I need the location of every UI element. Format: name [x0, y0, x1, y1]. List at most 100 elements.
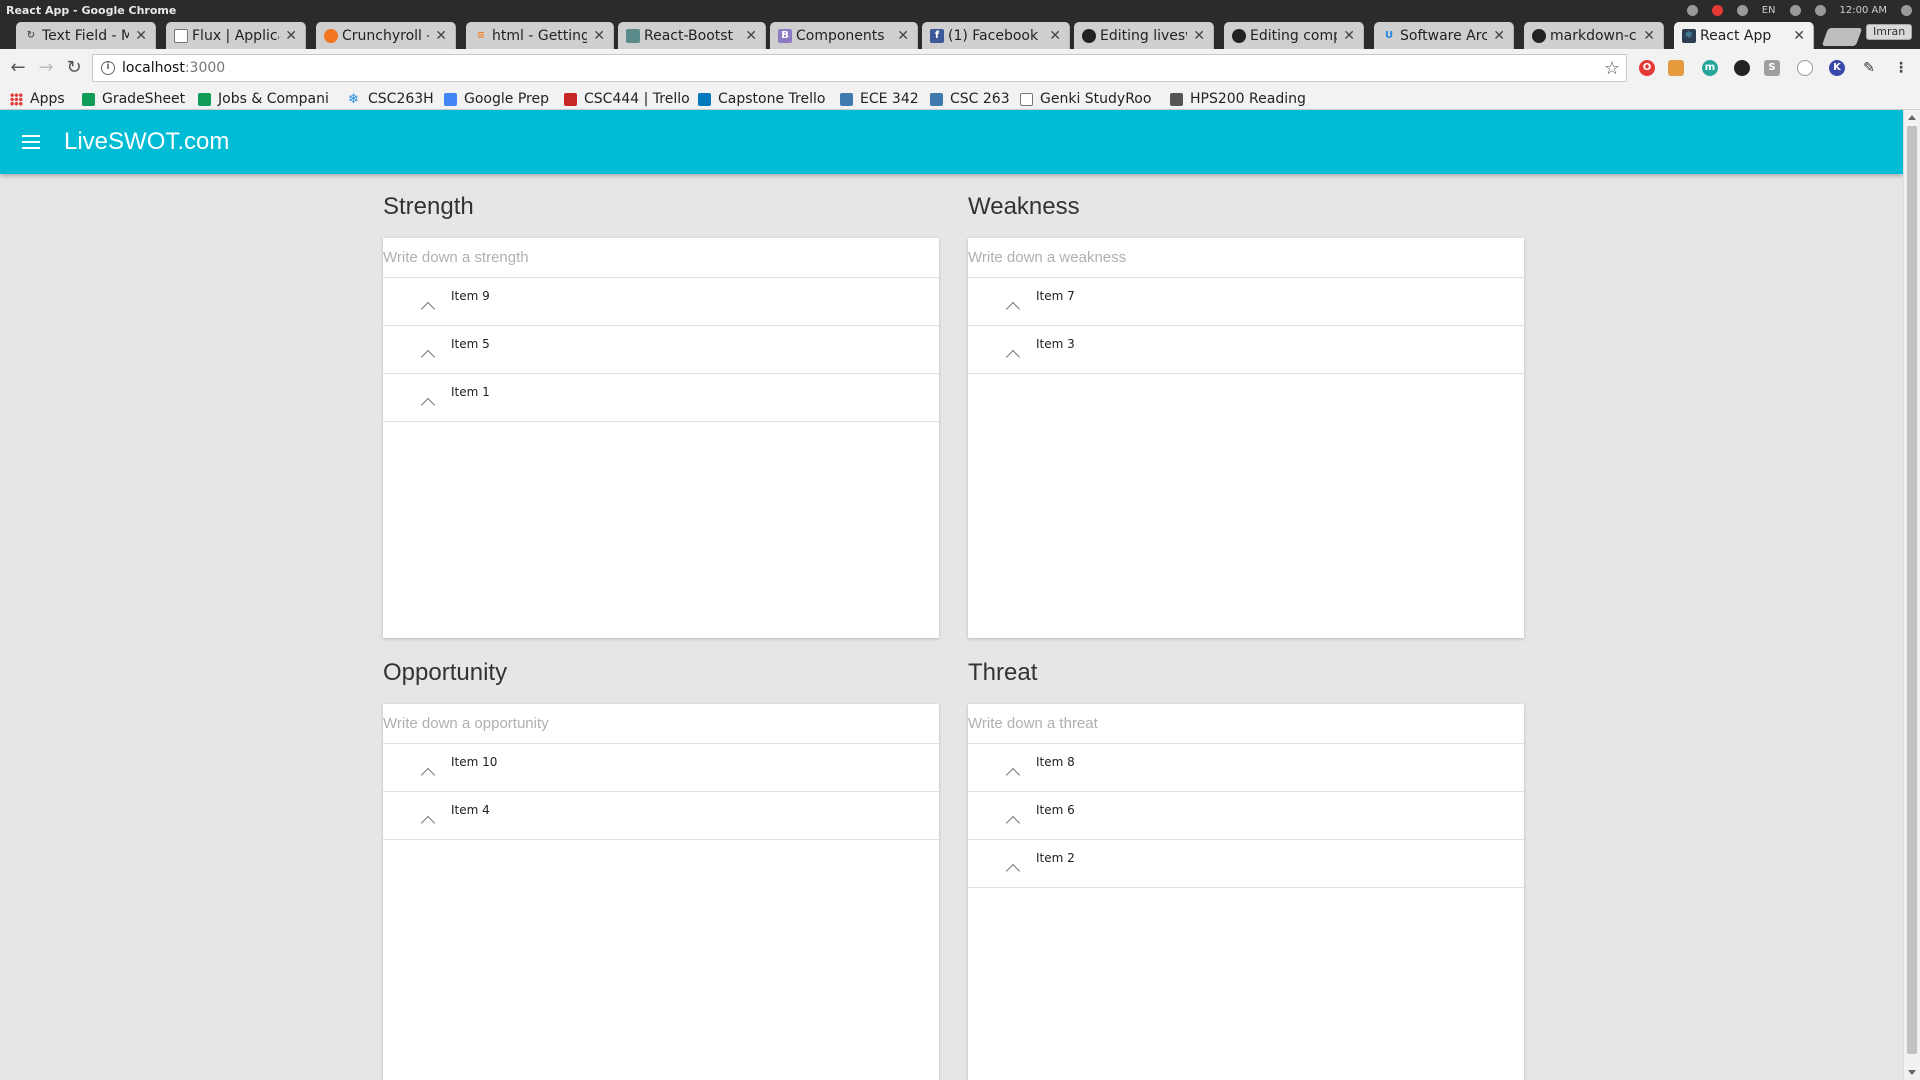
alert-icon[interactable] [1711, 4, 1723, 16]
close-icon[interactable]: ✕ [285, 28, 297, 44]
extension-leaf-icon[interactable] [1734, 60, 1750, 76]
list-item: Item 6 [968, 792, 1524, 840]
bookmark-ece342[interactable]: ECE 342 [840, 90, 920, 108]
chevron-up-icon[interactable] [1005, 863, 1021, 879]
close-icon[interactable]: ✕ [135, 28, 147, 44]
chevron-up-icon[interactable] [420, 349, 436, 365]
scroll-down-icon[interactable] [1908, 1070, 1916, 1075]
close-icon[interactable]: ✕ [1193, 28, 1205, 44]
threat-input[interactable] [968, 704, 1524, 744]
menu-icon[interactable] [22, 135, 40, 149]
network-icon[interactable] [1686, 4, 1698, 16]
close-icon[interactable]: ✕ [1643, 28, 1655, 44]
bookmark-google-prep[interactable]: Google Prep [444, 90, 556, 108]
extension-cat-icon[interactable] [1668, 60, 1684, 76]
chevron-up-icon[interactable] [1005, 767, 1021, 783]
bookmark-label: GradeSheet [102, 91, 186, 107]
new-tab-button[interactable] [1821, 28, 1863, 46]
app-bar: LiveSWOT.com [0, 110, 1903, 174]
close-icon[interactable]: ✕ [1793, 28, 1805, 44]
opera-icon[interactable]: O [1639, 60, 1655, 76]
scroll-up-icon[interactable] [1908, 115, 1916, 120]
close-icon[interactable]: ✕ [897, 28, 909, 44]
close-icon[interactable]: ✕ [1343, 28, 1355, 44]
tab-facebook[interactable]: f (1) Facebook ✕ [922, 22, 1070, 49]
bookmark-label: CSC444 | Trello [584, 91, 690, 107]
address-bar[interactable]: i localhost :3000 ☆ [92, 54, 1627, 82]
chevron-up-icon[interactable] [420, 815, 436, 831]
list-item: Item 8 [968, 744, 1524, 792]
page-scrollbar[interactable] [1903, 110, 1920, 1080]
tab-label: React-Bootst [644, 27, 734, 44]
tab-react-app[interactable]: ⚛ React App ✕ [1674, 22, 1814, 49]
tab-editing-liveswot[interactable]: Editing livesw ✕ [1074, 22, 1214, 49]
item-label: Item 7 [1036, 289, 1075, 303]
threat-title: Threat [968, 659, 1038, 686]
bookmark-jobs[interactable]: Jobs & Compani [198, 90, 334, 108]
bookmark-capstone-trello[interactable]: Capstone Trello [698, 90, 830, 108]
bookmark-gradesheet[interactable]: GradeSheet [82, 90, 192, 108]
close-icon[interactable]: ✕ [593, 28, 605, 44]
tab-text-field[interactable]: ↻ Text Field - M ✕ [16, 22, 156, 49]
close-icon[interactable]: ✕ [745, 28, 757, 44]
facebook-icon: f [930, 29, 944, 43]
tab-markdown[interactable]: markdown-ch ✕ [1524, 22, 1664, 49]
tab-strip: ↻ Text Field - M ✕ Flux | Applica ✕ Crun… [0, 20, 1920, 49]
weakness-input[interactable] [968, 238, 1524, 278]
tab-editing-components[interactable]: Editing comp ✕ [1224, 22, 1364, 49]
power-icon[interactable] [1901, 4, 1912, 16]
reload-icon[interactable]: ↻ [62, 56, 86, 80]
menu-kebab-icon[interactable]: ⋮ [1893, 60, 1909, 76]
bookmark-csc263h[interactable]: ❄ CSC263H [348, 90, 438, 108]
extension-k-icon[interactable]: K [1829, 60, 1845, 76]
bookmark-csc444-trello[interactable]: CSC444 | Trello [564, 90, 692, 108]
bookmark-genki[interactable]: Genki StudyRoo [1020, 90, 1156, 108]
volume-icon[interactable] [1814, 4, 1826, 16]
strength-input[interactable] [383, 238, 939, 278]
bookmark-label: CSC263H [368, 91, 434, 107]
close-icon[interactable]: ✕ [1049, 28, 1061, 44]
language-indicator[interactable]: EN [1762, 5, 1776, 16]
chevron-up-icon[interactable] [420, 397, 436, 413]
close-icon[interactable]: ✕ [435, 28, 447, 44]
bookmark-hps200[interactable]: HPS200 Reading [1170, 90, 1306, 108]
bookmark-label: Genki StudyRoo [1040, 91, 1152, 107]
scroll-thumb[interactable] [1907, 126, 1917, 1054]
back-icon[interactable]: ← [6, 56, 30, 80]
eyedropper-icon[interactable]: ✎ [1861, 60, 1877, 76]
item-label: Item 1 [451, 385, 490, 399]
extension-m-icon[interactable]: m [1702, 60, 1718, 76]
threat-section: Threat Item 8 Item 6 Item 2 [968, 656, 1524, 1080]
bookmarks-bar: Apps GradeSheet Jobs & Compani ❄ CSC263H… [0, 87, 1920, 110]
tab-crunchyroll[interactable]: Crunchyroll - ✕ [316, 22, 456, 49]
profile-button[interactable]: Imran [1866, 24, 1913, 40]
chevron-up-icon[interactable] [1005, 301, 1021, 317]
tab-software-arch[interactable]: U Software Arc ✕ [1374, 22, 1514, 49]
weakness-title: Weakness [968, 193, 1080, 220]
github-icon [1532, 29, 1546, 43]
close-icon[interactable]: ✕ [1493, 28, 1505, 44]
wifi-icon[interactable] [1736, 4, 1748, 16]
opportunity-input[interactable] [383, 704, 939, 744]
chevron-up-icon[interactable] [420, 301, 436, 317]
clock[interactable]: 12:00 AM [1840, 5, 1887, 16]
tab-stackoverflow[interactable]: ≡ html - Getting ✕ [466, 22, 614, 49]
page-icon [174, 29, 188, 43]
bookmark-star-icon[interactable]: ☆ [1604, 58, 1620, 79]
info-icon[interactable]: i [101, 61, 115, 75]
item-label: Item 9 [451, 289, 490, 303]
tab-react-bootstrap[interactable]: React-Bootst ✕ [618, 22, 766, 49]
bluetooth-icon[interactable] [1789, 4, 1801, 16]
extension-s-icon[interactable]: S [1764, 60, 1780, 76]
chevron-up-icon[interactable] [1005, 349, 1021, 365]
chevron-up-icon[interactable] [420, 767, 436, 783]
extension-circle-icon[interactable] [1797, 60, 1813, 76]
weakness-section: Weakness Item 7 Item 3 [968, 190, 1524, 638]
bookmark-apps[interactable]: Apps [10, 90, 74, 108]
bookmark-csc263[interactable]: CSC 263 [930, 90, 1010, 108]
tab-components[interactable]: B Components ✕ [770, 22, 918, 49]
forward-icon[interactable]: → [34, 56, 58, 80]
tab-flux[interactable]: Flux | Applica ✕ [166, 22, 306, 49]
list-item: Item 5 [383, 326, 939, 374]
chevron-up-icon[interactable] [1005, 815, 1021, 831]
